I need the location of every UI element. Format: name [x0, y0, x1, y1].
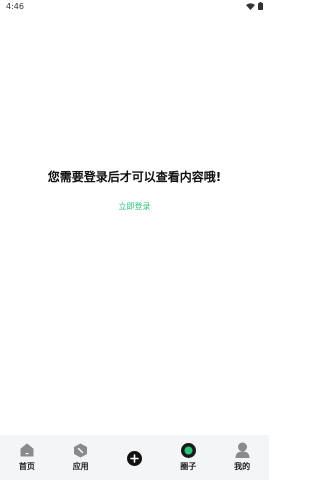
nav-item-add[interactable]: [114, 442, 154, 466]
nav-item-circle[interactable]: 圈子: [168, 442, 208, 472]
circle-icon: [180, 442, 196, 458]
wifi-icon: [246, 2, 255, 10]
add-icon: [126, 450, 142, 466]
status-time: 4:46: [6, 1, 24, 11]
bottom-nav: 首页 应用 圈子 我的: [0, 435, 269, 480]
nav-label-circle: 圈子: [180, 462, 197, 471]
status-bar: 4:46: [0, 0, 269, 12]
apps-icon: [73, 442, 89, 458]
nav-item-apps[interactable]: 应用: [61, 442, 101, 472]
login-required-message: 您需要登录后才可以查看内容哦!: [47, 170, 222, 184]
app-screen: 4:46 您需要登录后才可以查看内容哦! 立即登录 首页 应用 圈子 我的: [0, 0, 269, 480]
battery-icon: [258, 2, 263, 10]
nav-item-profile[interactable]: 我的: [222, 442, 262, 472]
profile-icon: [234, 442, 250, 458]
nav-label-apps: 应用: [72, 462, 89, 471]
nav-label-profile: 我的: [234, 462, 251, 471]
login-now-link[interactable]: 立即登录: [0, 201, 269, 212]
nav-item-home[interactable]: 首页: [7, 442, 47, 472]
status-icons: [246, 2, 263, 10]
nav-label-home: 首页: [18, 462, 35, 471]
home-icon: [19, 442, 35, 458]
